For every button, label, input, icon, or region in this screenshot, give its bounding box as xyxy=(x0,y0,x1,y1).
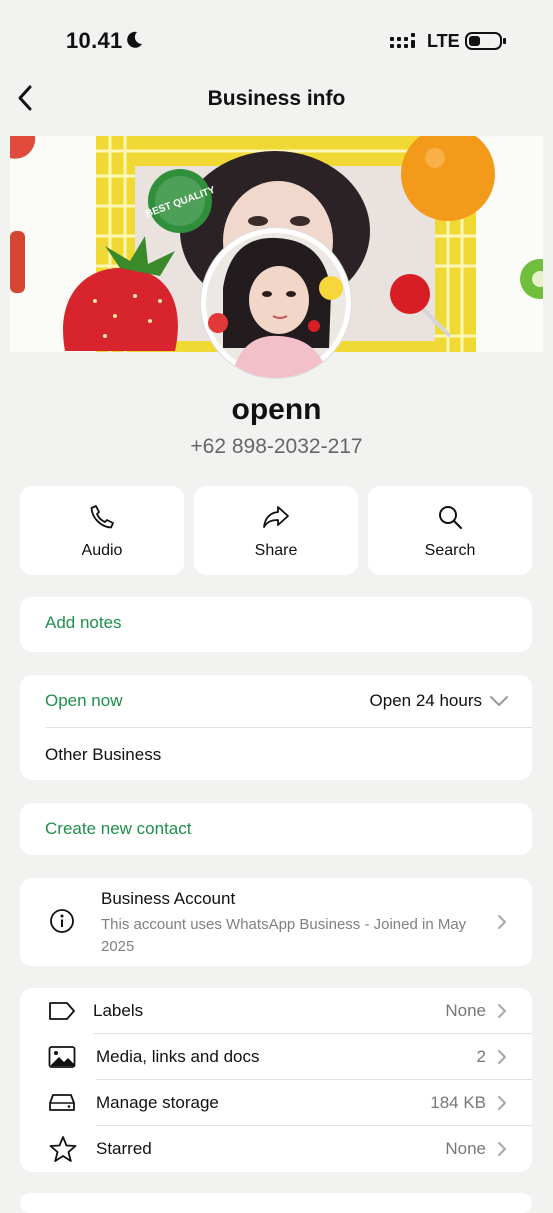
settings-list: Labels None Media, links and docs 2 Mana… xyxy=(20,988,532,1172)
add-notes-row[interactable]: Add notes xyxy=(20,597,532,652)
business-account-row[interactable]: Business Account This account uses Whats… xyxy=(20,878,532,966)
chevron-right-icon xyxy=(498,1004,506,1018)
chevron-down-icon xyxy=(490,696,508,706)
share-arrow-icon xyxy=(263,506,289,528)
business-category: Other Business xyxy=(45,745,162,764)
audio-call-button[interactable]: Audio xyxy=(20,486,184,575)
image-icon xyxy=(48,1046,76,1068)
network-type: LTE xyxy=(427,31,460,51)
share-button[interactable]: Share xyxy=(194,486,358,575)
hours-value: Open 24 hours xyxy=(369,691,482,710)
labels-label: Labels xyxy=(93,1001,144,1020)
business-hours-card: Open now Open 24 hours Other Business xyxy=(20,675,532,780)
chevron-right-icon xyxy=(498,915,506,929)
battery-icon xyxy=(465,32,506,50)
open-status: Open now xyxy=(45,691,123,710)
audio-label: Audio xyxy=(81,542,123,559)
star-icon xyxy=(49,1136,77,1162)
labels-row[interactable]: Labels None xyxy=(20,988,532,1034)
profile-phone: +62 898-2032-217 xyxy=(190,435,363,458)
create-contact-label: Create new contact xyxy=(45,819,192,838)
moon-icon xyxy=(127,31,142,48)
manage-storage-row[interactable]: Manage storage 184 KB xyxy=(20,1080,532,1126)
chevron-right-icon xyxy=(498,1142,506,1156)
phone-icon xyxy=(90,505,114,529)
status-time: 10.41 xyxy=(66,28,123,53)
starred-row[interactable]: Starred None xyxy=(20,1126,532,1172)
labels-value: None xyxy=(445,1001,486,1020)
search-label: Search xyxy=(424,542,476,559)
profile-avatar[interactable] xyxy=(201,228,351,378)
media-label: Media, links and docs xyxy=(96,1047,260,1066)
search-button[interactable]: Search xyxy=(368,486,532,575)
create-contact-row[interactable]: Create new contact xyxy=(20,803,532,855)
signal-icon xyxy=(390,33,415,48)
info-icon xyxy=(50,909,74,933)
starred-value: None xyxy=(445,1139,486,1158)
page-title: Business info xyxy=(207,87,346,110)
share-label: Share xyxy=(254,542,298,559)
chevron-right-icon xyxy=(498,1096,506,1110)
media-count: 2 xyxy=(476,1047,486,1066)
starred-label: Starred xyxy=(96,1139,152,1158)
next-section-card xyxy=(20,1193,532,1213)
label-tag-icon xyxy=(49,1002,75,1020)
storage-size: 184 KB xyxy=(430,1093,486,1112)
status-bar: 10.41 LTE xyxy=(0,0,553,80)
media-links-docs-row[interactable]: Media, links and docs 2 xyxy=(20,1034,532,1080)
chevron-right-icon xyxy=(498,1050,506,1064)
business-hours-row[interactable]: Open now Open 24 hours xyxy=(20,675,532,727)
business-account-title: Business Account xyxy=(101,889,236,908)
business-account-description: This account uses WhatsApp Business - Jo… xyxy=(101,916,467,955)
manage-storage-label: Manage storage xyxy=(96,1093,219,1112)
add-notes-label: Add notes xyxy=(45,613,122,632)
profile-name: openn xyxy=(231,393,322,426)
search-icon xyxy=(439,506,463,530)
divider xyxy=(45,727,532,728)
storage-drive-icon xyxy=(49,1094,75,1111)
